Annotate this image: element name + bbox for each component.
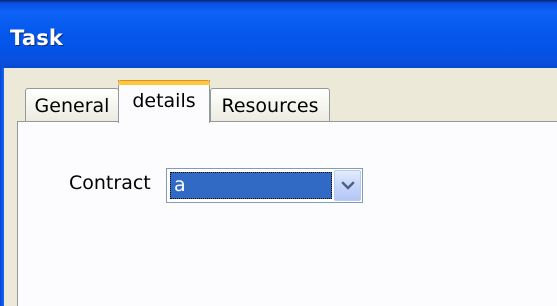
contract-label: Contract (69, 172, 151, 194)
tab-details[interactable]: details (118, 80, 210, 123)
tab-details-label: details (132, 90, 196, 112)
tab-active-highlight (118, 80, 210, 85)
tab-general-label: General (34, 95, 110, 117)
title-bar[interactable]: Task (0, 0, 557, 68)
window-title: Task (10, 26, 64, 50)
tab-general[interactable]: General (25, 88, 119, 122)
task-window: Task General Resources details Contract … (0, 0, 557, 306)
contract-dropdown-value[interactable]: a (170, 172, 332, 199)
tab-panel-details (17, 121, 557, 306)
chevron-down-icon (341, 181, 355, 190)
tab-resources-label: Resources (221, 95, 319, 117)
tab-resources[interactable]: Resources (210, 88, 330, 122)
dropdown-button[interactable] (334, 170, 361, 201)
contract-dropdown[interactable]: a (166, 168, 363, 203)
